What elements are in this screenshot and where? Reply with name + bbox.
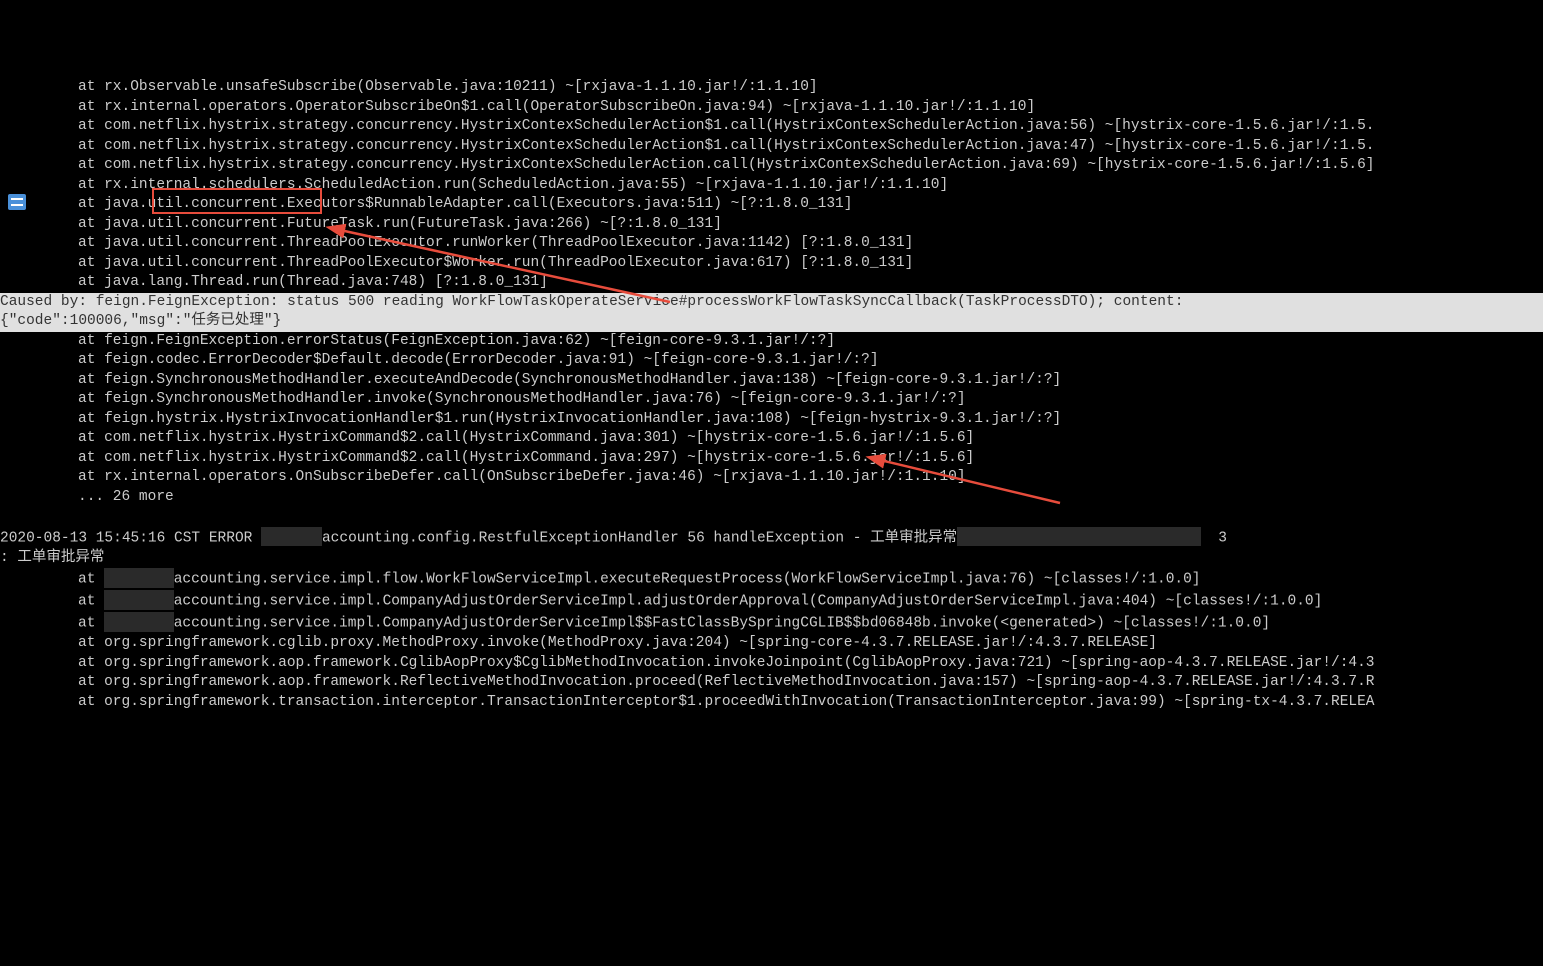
log-line: at rx.internal.schedulers.ScheduledActio… xyxy=(0,176,1543,196)
log-line: at java.util.concurrent.FutureTask.run(F… xyxy=(0,215,1543,235)
log-line: at com.netflix.hystrix.strategy.concurre… xyxy=(0,137,1543,157)
log-line: at accounting.service.impl.CompanyAdjust… xyxy=(0,612,1543,634)
log-line: Caused by: feign.FeignException: status … xyxy=(0,293,1543,313)
log-line: at java.util.concurrent.Executors$Runnab… xyxy=(0,195,1543,215)
log-line: at org.springframework.aop.framework.Cgl… xyxy=(0,654,1543,674)
redacted-text xyxy=(104,590,174,610)
redacted-text xyxy=(104,568,174,588)
log-line: {"code":100006,"msg":"任务已处理"} xyxy=(0,312,1543,332)
log-line: at org.springframework.cglib.proxy.Metho… xyxy=(0,634,1543,654)
log-line: at java.util.concurrent.ThreadPoolExecut… xyxy=(0,234,1543,254)
log-line: at accounting.service.impl.CompanyAdjust… xyxy=(0,590,1543,612)
redacted-text xyxy=(957,527,1201,547)
log-line: at org.springframework.aop.framework.Ref… xyxy=(0,673,1543,693)
log-line: at com.netflix.hystrix.HystrixCommand$2.… xyxy=(0,429,1543,449)
log-line: at com.netflix.hystrix.strategy.concurre… xyxy=(0,156,1543,176)
log-line: at feign.hystrix.HystrixInvocationHandle… xyxy=(0,410,1543,430)
log-line: at feign.SynchronousMethodHandler.invoke… xyxy=(0,390,1543,410)
selection-icon xyxy=(8,194,26,210)
log-line: at rx.internal.operators.OnSubscribeDefe… xyxy=(0,468,1543,488)
log-line: ... 26 more xyxy=(0,488,1543,508)
log-line: : 工单审批异常 xyxy=(0,549,1543,569)
log-line: at accounting.service.impl.flow.WorkFlow… xyxy=(0,568,1543,590)
log-line: at org.springframework.transaction.inter… xyxy=(0,693,1543,713)
log-output: at rx.Observable.unsafeSubscribe(Observa… xyxy=(0,78,1543,712)
log-line: at feign.FeignException.errorStatus(Feig… xyxy=(0,332,1543,352)
log-line xyxy=(0,507,1543,527)
log-line: at com.netflix.hystrix.HystrixCommand$2.… xyxy=(0,449,1543,469)
log-line: 2020-08-13 15:45:16 CST ERROR accounting… xyxy=(0,527,1543,549)
log-line: at feign.codec.ErrorDecoder$Default.deco… xyxy=(0,351,1543,371)
log-line: at java.lang.Thread.run(Thread.java:748)… xyxy=(0,273,1543,293)
redacted-text xyxy=(104,612,174,632)
log-line: at rx.internal.operators.OperatorSubscri… xyxy=(0,98,1543,118)
redacted-text xyxy=(261,527,322,547)
log-line: at feign.SynchronousMethodHandler.execut… xyxy=(0,371,1543,391)
log-line: at rx.Observable.unsafeSubscribe(Observa… xyxy=(0,78,1543,98)
log-line: at java.util.concurrent.ThreadPoolExecut… xyxy=(0,254,1543,274)
log-line: at com.netflix.hystrix.strategy.concurre… xyxy=(0,117,1543,137)
